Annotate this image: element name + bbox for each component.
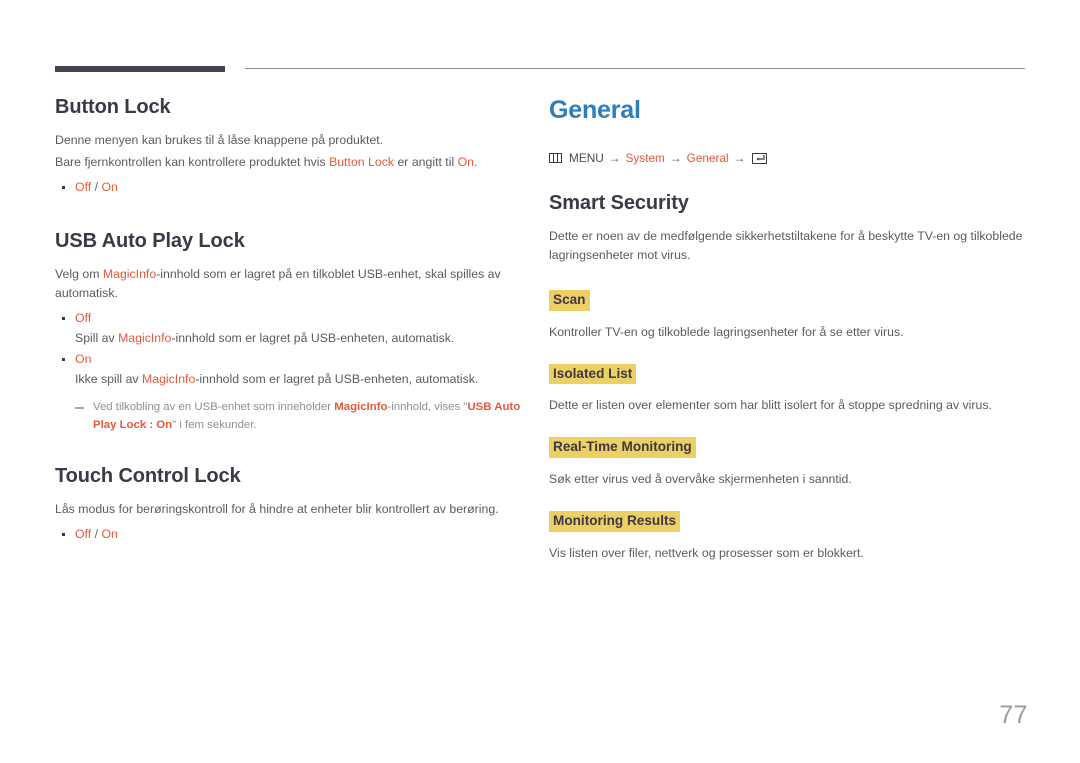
section-title: Button Lock xyxy=(55,96,171,118)
smart-security-intro: Dette er noen av de medfølgende sikkerhe… xyxy=(549,229,1023,263)
breadcrumb-arrow-3: → xyxy=(733,151,746,165)
text-run: " i fem sekunder. xyxy=(172,418,257,431)
option-description: Spill av MagicInfo-innhold som er lagret… xyxy=(75,329,533,348)
list-item: Off Spill av MagicInfo-innhold som er lag… xyxy=(55,309,533,348)
option-value: Off xyxy=(75,180,92,195)
emphasis-term: On xyxy=(457,155,475,170)
manual-page: Button Lock Denne menyen kan brukes til å… xyxy=(0,0,1080,763)
section-title-smart-security: Smart Security xyxy=(549,192,689,214)
emphasis-term: MagicInfo xyxy=(118,331,172,346)
text-run: -innhold som er lagret på USB-enheten, a… xyxy=(171,331,455,346)
right-column: General MENU → System → General → Smart … xyxy=(549,95,1027,585)
breadcrumb-item-general: General xyxy=(686,151,729,165)
feature-description: Kontroller TV-en og tilkoblede lagringse… xyxy=(549,324,904,339)
emphasis-term: MagicInfo xyxy=(334,401,388,414)
page-number: 77 xyxy=(999,701,1028,729)
header-rule xyxy=(55,66,1025,72)
security-feature: Scan Kontroller TV-en og tilkoblede lagri… xyxy=(549,290,1027,342)
chapter-title: General xyxy=(549,96,641,124)
left-column: Button Lock Denne menyen kan brukes til å… xyxy=(55,95,533,546)
list-item: On Ikke spill av MagicInfo-innhold som er… xyxy=(55,350,533,389)
note: Ved tilkobling av en USB-enhet som inneh… xyxy=(73,399,533,433)
list-item: Off / On xyxy=(55,178,533,197)
feature-description: Dette er listen over elementer som har b… xyxy=(549,398,992,413)
text-run: -innhold som er lagret på USB-enheten, a… xyxy=(195,372,479,387)
security-feature: Isolated List Dette er listen over elemen… xyxy=(549,363,1027,416)
feature-label: Real-Time Monitoring xyxy=(549,437,696,459)
text-run: Ved tilkobling av en USB-enhet som inneh… xyxy=(93,401,335,414)
feature-label: Scan xyxy=(549,290,590,311)
breadcrumb-item-system: System xyxy=(625,151,665,165)
text-run: . xyxy=(474,155,478,170)
breadcrumb: MENU → System → General → xyxy=(549,151,1027,165)
option-description: Ikke spill av MagicInfo-innhold som er l… xyxy=(75,370,533,389)
text-run: er angitt til xyxy=(394,155,458,170)
breadcrumb-arrow-1: → xyxy=(608,151,621,165)
security-feature: Monitoring Results Vis listen over filer,… xyxy=(549,511,1027,563)
section-title: USB Auto Play Lock xyxy=(55,230,245,253)
paragraph: Bare fjernkontrollen kan kontrollere pro… xyxy=(55,153,533,172)
header-rule-thin-line xyxy=(245,68,1025,69)
section-title: Touch Control Lock xyxy=(55,464,241,487)
text-run: Ikke spill av xyxy=(75,372,142,387)
paragraph: Denne menyen kan brukes til å låse knapp… xyxy=(55,131,533,150)
feature-description: Søk etter virus ved å overvåke skjermenh… xyxy=(549,472,852,487)
breadcrumb-menu-label: MENU xyxy=(569,151,604,165)
feature-description: Vis listen over filer, nettverk og prose… xyxy=(549,545,864,560)
paragraph: Lås modus for berøringskontroll for å hi… xyxy=(55,500,533,519)
text-run: Denne menyen kan brukes til å låse knapp… xyxy=(55,133,384,147)
enter-key-icon xyxy=(752,152,768,164)
text-run: -innhold, vises " xyxy=(387,401,468,414)
option-list: Off / On xyxy=(55,525,533,544)
emphasis-term: MagicInfo xyxy=(102,267,157,282)
option-separator: / xyxy=(91,180,102,195)
menu-grid-icon xyxy=(549,153,562,163)
header-rule-thick-bar xyxy=(55,66,225,72)
option-list: Off Spill av MagicInfo-innhold som er lag… xyxy=(55,309,533,389)
option-list: Off / On xyxy=(55,178,533,197)
option-value: On xyxy=(101,526,118,541)
feature-label: Isolated List xyxy=(549,363,637,385)
text-run: Lås modus for berøringskontroll for å hi… xyxy=(55,501,499,516)
emphasis-term: Button Lock xyxy=(329,155,395,170)
option-value: Off xyxy=(75,526,92,541)
paragraph: Velg om MagicInfo-innhold som er lagret … xyxy=(55,265,533,303)
option-value: On xyxy=(101,180,118,195)
list-item: Off / On xyxy=(55,525,533,544)
text-run: Velg om xyxy=(55,267,103,282)
text-run: Bare fjernkontrollen kan kontrollere pro… xyxy=(55,155,330,170)
security-feature: Real-Time Monitoring Søk etter virus ved … xyxy=(549,437,1027,489)
option-separator: / xyxy=(91,526,102,541)
text-run: Spill av xyxy=(75,331,119,346)
option-value: On xyxy=(75,352,92,367)
feature-label: Monitoring Results xyxy=(549,511,681,532)
emphasis-term: MagicInfo xyxy=(141,372,196,387)
breadcrumb-arrow-2: → xyxy=(669,151,682,165)
option-value: Off xyxy=(75,311,92,326)
